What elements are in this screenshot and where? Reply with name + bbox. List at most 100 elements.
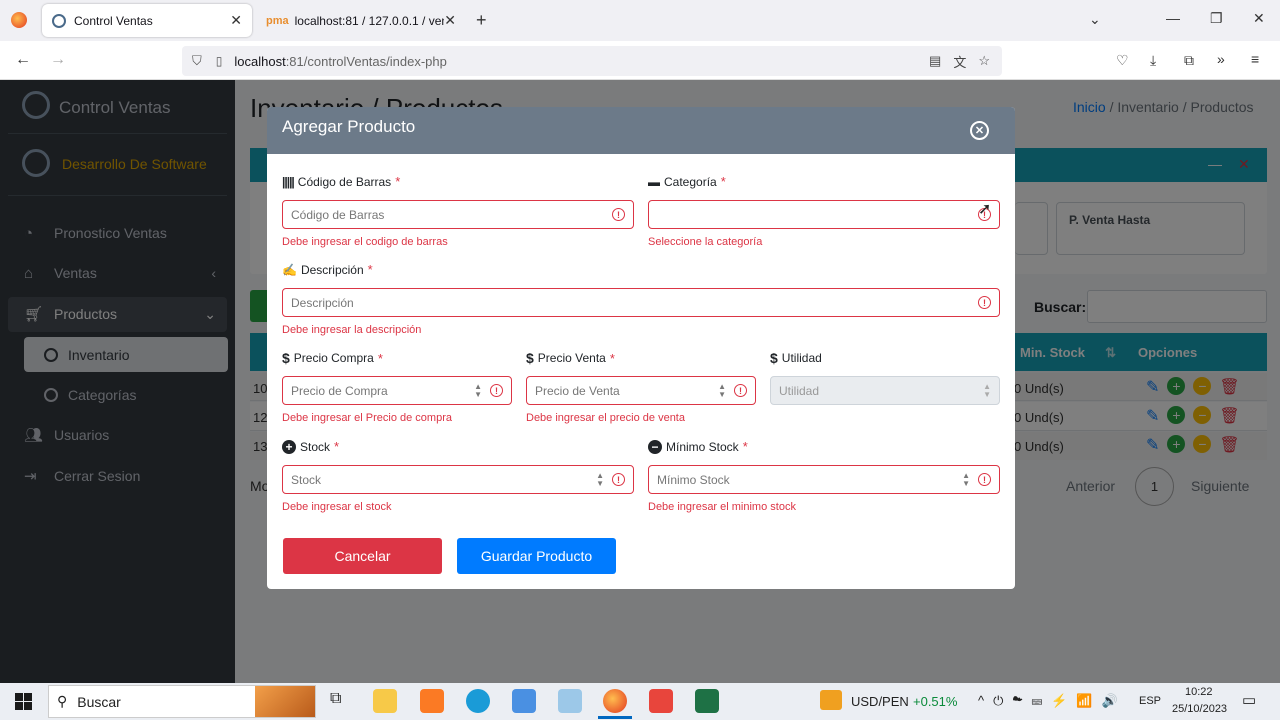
search-highlight-image — [255, 686, 315, 717]
utility-label: $ Utilidad — [770, 350, 822, 366]
utility-label-text: Utilidad — [781, 351, 822, 365]
minimize-button[interactable]: — — [1166, 10, 1180, 26]
number-spinner[interactable]: ▲ ▼ — [718, 382, 726, 399]
extensions-icon[interactable]: ⧉ — [1184, 52, 1194, 69]
min-stock-label: − Mínimo Stock * — [648, 439, 748, 454]
translate-icon[interactable]: 文 — [953, 52, 966, 71]
sell-price-label: $ Precio Venta * — [526, 350, 615, 366]
buy-price-input[interactable]: Precio de Compra ▲ ▼ ! — [282, 376, 512, 405]
error-icon: ! — [612, 208, 625, 221]
close-icon[interactable]: ✕ — [230, 12, 242, 29]
plus-circle-icon: + — [282, 439, 296, 454]
back-icon[interactable]: ← — [15, 51, 31, 69]
url-host: localhost — [234, 53, 286, 69]
paint-icon[interactable] — [558, 689, 582, 713]
dollar-icon: $ — [282, 350, 290, 366]
edge-icon[interactable] — [466, 689, 490, 713]
modal-close-icon[interactable]: ✕ — [970, 121, 989, 140]
excel-icon[interactable] — [695, 689, 719, 713]
maximize-button[interactable]: ❐ — [1210, 10, 1223, 27]
save-product-button[interactable]: Guardar Producto — [457, 538, 616, 574]
tab-list-icon[interactable]: ⌄ — [1089, 11, 1101, 28]
codeigniter-icon[interactable] — [649, 689, 673, 713]
new-tab-button[interactable]: + — [476, 10, 487, 31]
close-window-button[interactable]: ✕ — [1253, 10, 1265, 27]
category-label-text: Categoría — [664, 174, 717, 189]
taskbar-search-box[interactable]: ⚲ Buscar — [48, 685, 316, 718]
category-icon: ▬ — [648, 174, 660, 189]
error-icon: ! — [978, 296, 991, 309]
category-select[interactable]: ! — [648, 200, 1000, 229]
sell-price-error: Debe ingresar el precio de venta — [526, 412, 685, 424]
number-spinner[interactable]: ▲ ▼ — [962, 471, 970, 488]
tab-control-ventas[interactable]: Control Ventas ✕ — [42, 4, 252, 37]
barcode-error: Debe ingresar el codigo de barras — [282, 236, 448, 248]
tab-favicon-icon — [52, 13, 66, 28]
pocket-icon[interactable]: ♡ — [1116, 52, 1129, 69]
phpmyadmin-icon: pma — [266, 14, 289, 27]
dollar-icon: $ — [770, 350, 778, 366]
file-explorer-icon[interactable] — [373, 689, 397, 713]
category-error: Seleccione la categoría — [648, 236, 763, 248]
tab-phpmyadmin[interactable]: pma localhost:81 / 127.0.0.1 / venta ✕ — [256, 4, 466, 37]
reader-view-icon[interactable]: ▤ — [929, 53, 941, 69]
windows-start-icon[interactable] — [15, 693, 32, 710]
number-spinner[interactable]: ▲ ▼ — [474, 382, 482, 399]
error-icon: ! — [612, 473, 625, 486]
forward-icon[interactable]: → — [50, 51, 66, 69]
barcode-label: ||||| Código de Barras * — [282, 174, 400, 189]
barcode-placeholder: Código de Barras — [291, 207, 385, 222]
taskbar-search-placeholder: Buscar — [77, 693, 121, 710]
bookmark-star-icon[interactable]: ☆ — [978, 53, 990, 69]
clock-time[interactable]: 10:22 — [1185, 686, 1213, 698]
task-view-icon[interactable]: ⧉ — [330, 690, 341, 708]
url-bar[interactable]: ⛉ ▯ localhost:81/controlVentas/index-php… — [182, 46, 1002, 76]
tab-title: localhost:81 / 127.0.0.1 / venta — [294, 13, 445, 28]
edit-document-icon: ✍ — [282, 262, 297, 277]
app-hexagon-icon[interactable] — [512, 689, 536, 713]
xampp-icon[interactable] — [420, 689, 444, 713]
stock-error: Debe ingresar el stock — [282, 501, 392, 513]
sell-price-input[interactable]: Precio de Venta ▲ ▼ ! — [526, 376, 756, 405]
shield-icon: ⛉ — [192, 53, 202, 68]
language-indicator[interactable]: ESP — [1139, 695, 1161, 707]
cancel-button-label: Cancelar — [334, 548, 391, 564]
error-icon: ! — [490, 384, 503, 397]
download-icon[interactable]: ⤓ — [1150, 52, 1156, 69]
firefox-taskbar-icon[interactable] — [603, 689, 627, 713]
stock-input[interactable]: Stock ▲ ▼ ! — [282, 465, 634, 494]
buy-price-error: Debe ingresar el Precio de compra — [282, 412, 452, 424]
number-spinner: ▲ ▼ — [983, 381, 991, 399]
overflow-icon[interactable]: » — [1217, 51, 1225, 67]
error-icon: ! — [978, 473, 991, 486]
system-tray-icons[interactable]: ^⏻☁⌨⚡📶🔊 — [978, 693, 1127, 709]
description-label-text: Descripción — [300, 262, 364, 277]
sell-price-label-text: Precio Venta — [537, 351, 606, 365]
page-icon: ▯ — [215, 54, 223, 68]
buy-price-label-text: Precio Compra — [293, 351, 374, 365]
cancel-button[interactable]: Cancelar — [283, 538, 442, 574]
firefox-menu-icon[interactable] — [11, 12, 27, 28]
barcode-input[interactable]: Código de Barras ! — [282, 200, 634, 229]
description-placeholder: Descripción — [291, 295, 354, 310]
barcode-label-text: Código de Barras — [297, 174, 392, 189]
sell-price-placeholder: Precio de Venta — [535, 383, 620, 398]
url-path: :81/controlVentas/index-php — [285, 53, 447, 69]
notifications-icon[interactable]: ▭ — [1242, 691, 1256, 709]
ticker-change: +0.51% — [913, 694, 958, 709]
mouse-cursor-icon: ➚ — [978, 201, 992, 218]
hamburger-menu-icon[interactable]: ≡ — [1251, 51, 1259, 67]
save-button-label: Guardar Producto — [480, 548, 593, 564]
required-mark: * — [334, 439, 340, 454]
modal-title: Agregar Producto — [282, 117, 416, 136]
min-stock-input[interactable]: Mínimo Stock ▲ ▼ ! — [648, 465, 1000, 494]
close-icon[interactable]: ✕ — [444, 12, 456, 29]
description-label: ✍ Descripción * — [282, 262, 373, 277]
clock-date[interactable]: 25/10/2023 — [1172, 703, 1227, 715]
stock-label: + Stock * — [282, 439, 339, 454]
ticker-symbol[interactable]: USD/PEN — [851, 694, 909, 709]
number-spinner[interactable]: ▲ ▼ — [596, 471, 604, 488]
min-stock-label-text: Mínimo Stock — [666, 439, 739, 454]
description-input[interactable]: Descripción ! — [282, 288, 1000, 317]
required-mark: * — [720, 174, 726, 189]
